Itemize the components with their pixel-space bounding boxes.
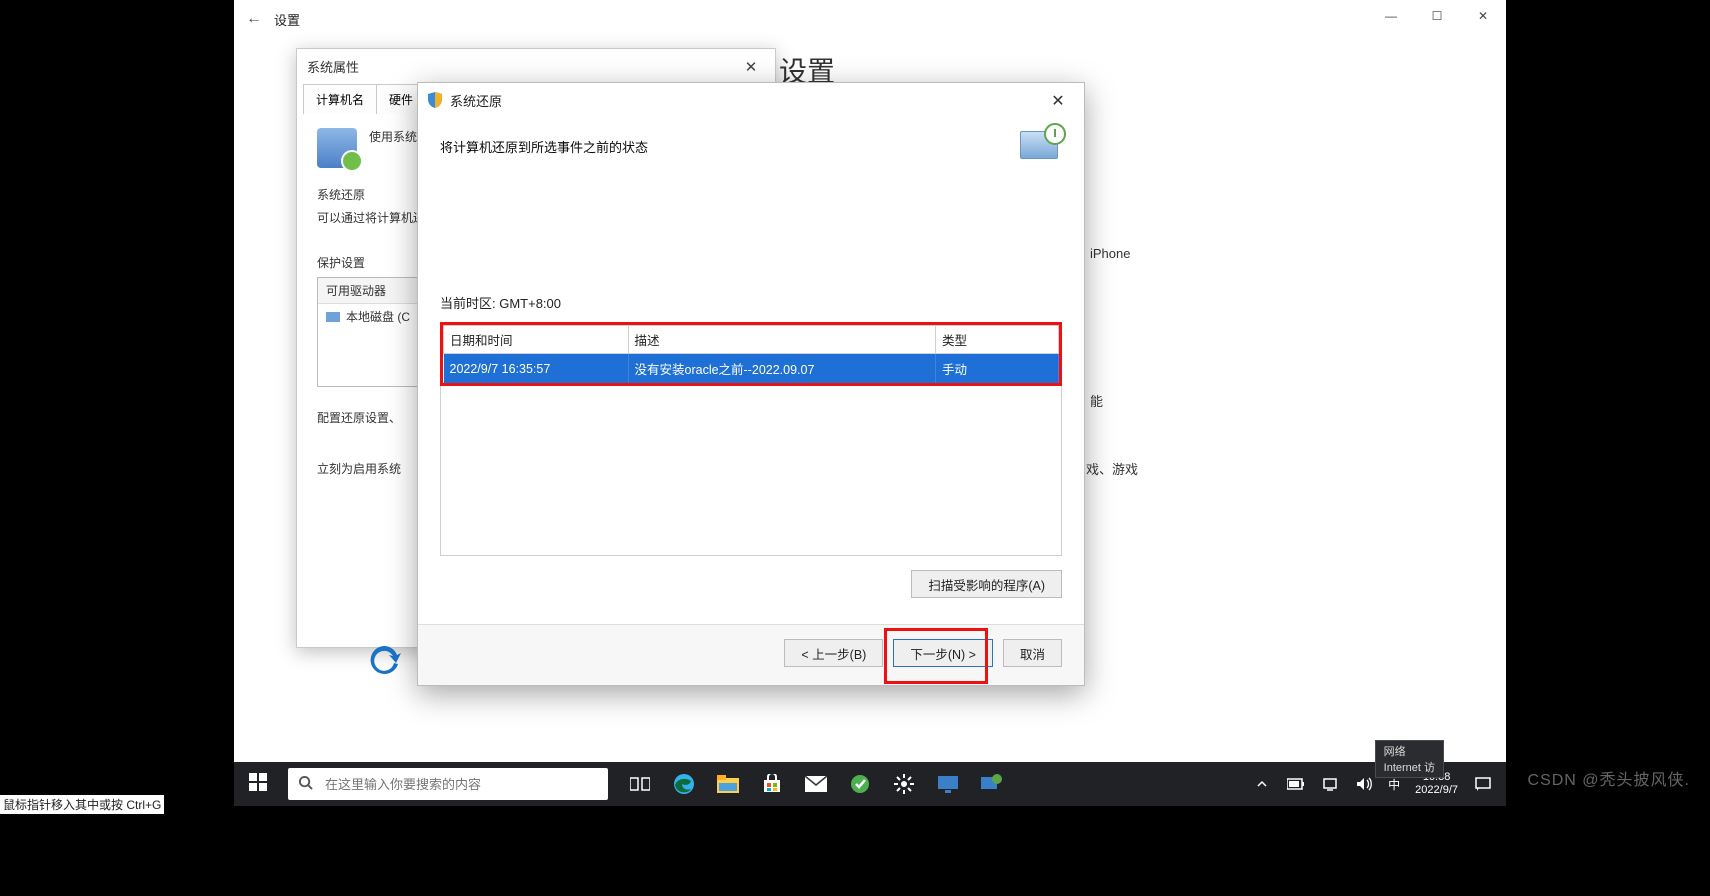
start-button[interactable] xyxy=(234,762,282,806)
maximize-button[interactable]: ☐ xyxy=(1414,0,1460,32)
restore-close-button[interactable]: ✕ xyxy=(1036,87,1080,115)
col-type[interactable]: 类型 xyxy=(936,326,1059,354)
clock-date: 2022/9/7 xyxy=(1415,784,1458,797)
system-protection-icon xyxy=(317,128,357,168)
restore-titlebar[interactable]: 系统还原 ✕ xyxy=(418,83,1084,117)
task-view-button[interactable] xyxy=(618,762,662,806)
table-row[interactable]: 2022/9/7 16:35:57 没有安装oracle之前--2022.09.… xyxy=(444,354,1059,384)
sync-icon xyxy=(364,640,404,680)
search-icon xyxy=(298,775,313,793)
drive-label: 本地磁盘 (C xyxy=(346,308,410,325)
table-empty-area xyxy=(440,386,1062,556)
cell-datetime: 2022/9/7 16:35:57 xyxy=(444,354,629,384)
security-icon[interactable] xyxy=(838,762,882,806)
pinned-apps xyxy=(618,762,1014,806)
cell-description: 没有安装oracle之前--2022.09.07 xyxy=(628,354,936,384)
col-datetime[interactable]: 日期和时间 xyxy=(444,326,629,354)
tab-computer-name[interactable]: 计算机名 xyxy=(303,84,377,114)
tray-chevron-icon[interactable] xyxy=(1245,762,1279,806)
restore-footer: < 上一步(B) 下一步(N) > 取消 xyxy=(418,624,1084,685)
app-restore-icon[interactable] xyxy=(970,762,1014,806)
taskbar-search[interactable] xyxy=(288,768,608,800)
minimize-button[interactable]: — xyxy=(1368,0,1414,32)
edge-icon[interactable] xyxy=(662,762,706,806)
taskbar: 中 16:38 2022/9/7 网络 Internet 访 xyxy=(234,762,1506,806)
notifications-icon[interactable] xyxy=(1466,762,1500,806)
timezone-label: 当前时区: GMT+8:00 xyxy=(440,293,1062,312)
restore-point-highlight: 日期和时间 描述 类型 2022/9/7 16:35:57 没有安装oracle… xyxy=(440,322,1062,386)
restore-body: 当前时区: GMT+8:00 日期和时间 描述 类型 2022/9/7 16:3… xyxy=(418,167,1084,598)
shortcut-hint: 鼠标指针移入其中或按 Ctrl+G xyxy=(0,795,164,814)
sysprop-close-button[interactable]: ✕ xyxy=(731,53,771,81)
restore-title: 系统还原 xyxy=(450,91,502,110)
desktop-area: ← 设置 — ☐ ✕ 设置 iPhone 能 戏、游戏 系统属性 ✕ 计算机名 … xyxy=(234,0,1506,790)
next-step-button[interactable]: 下一步(N) > xyxy=(893,639,993,667)
watermark: CSDN @秃头披风侠. xyxy=(1528,766,1690,790)
store-icon[interactable] xyxy=(750,762,794,806)
disk-icon xyxy=(326,312,340,322)
settings-title: 设置 xyxy=(274,10,300,29)
settings-titlebar: ← 设置 — ☐ ✕ xyxy=(234,0,1506,38)
search-input[interactable] xyxy=(323,776,598,793)
back-step-button[interactable]: < 上一步(B) xyxy=(784,639,883,667)
back-button[interactable]: ← xyxy=(234,10,274,28)
tooltip-line1: 网络 xyxy=(1384,743,1435,759)
app-monitor-icon[interactable] xyxy=(926,762,970,806)
bg-text-features: 能 xyxy=(1090,391,1103,410)
tooltip-line2: Internet 访 xyxy=(1384,759,1435,775)
cell-type: 手动 xyxy=(936,354,1059,384)
restore-point-table: 日期和时间 描述 类型 2022/9/7 16:35:57 没有安装oracle… xyxy=(443,325,1059,383)
bg-text-games: 戏、游戏 xyxy=(1086,459,1138,478)
system-restore-dialog: 系统还原 ✕ 将计算机还原到所选事件之前的状态 当前时区: GMT+8:00 日… xyxy=(417,82,1085,686)
use-system-text: 使用系统 xyxy=(369,128,417,145)
col-description[interactable]: 描述 xyxy=(628,326,936,354)
tray-battery-icon[interactable] xyxy=(1279,762,1313,806)
sysprop-title: 系统属性 xyxy=(297,49,775,83)
cancel-button[interactable]: 取消 xyxy=(1003,639,1062,667)
restore-monitor-icon xyxy=(1020,125,1062,167)
window-controls: — ☐ ✕ xyxy=(1368,0,1506,32)
settings-gear-icon[interactable] xyxy=(882,762,926,806)
close-button[interactable]: ✕ xyxy=(1460,0,1506,32)
mail-icon[interactable] xyxy=(794,762,838,806)
tray-network-icon[interactable] xyxy=(1313,762,1347,806)
shield-icon xyxy=(426,91,444,109)
bg-text-iphone: iPhone xyxy=(1090,246,1130,261)
restore-headline: 将计算机还原到所选事件之前的状态 xyxy=(440,137,648,156)
windows-logo-icon xyxy=(249,773,267,796)
scan-affected-button[interactable]: 扫描受影响的程序(A) xyxy=(911,570,1062,598)
restore-header: 将计算机还原到所选事件之前的状态 xyxy=(418,117,1084,167)
file-explorer-icon[interactable] xyxy=(706,762,750,806)
tray-tooltip: 网络 Internet 访 xyxy=(1375,740,1444,778)
